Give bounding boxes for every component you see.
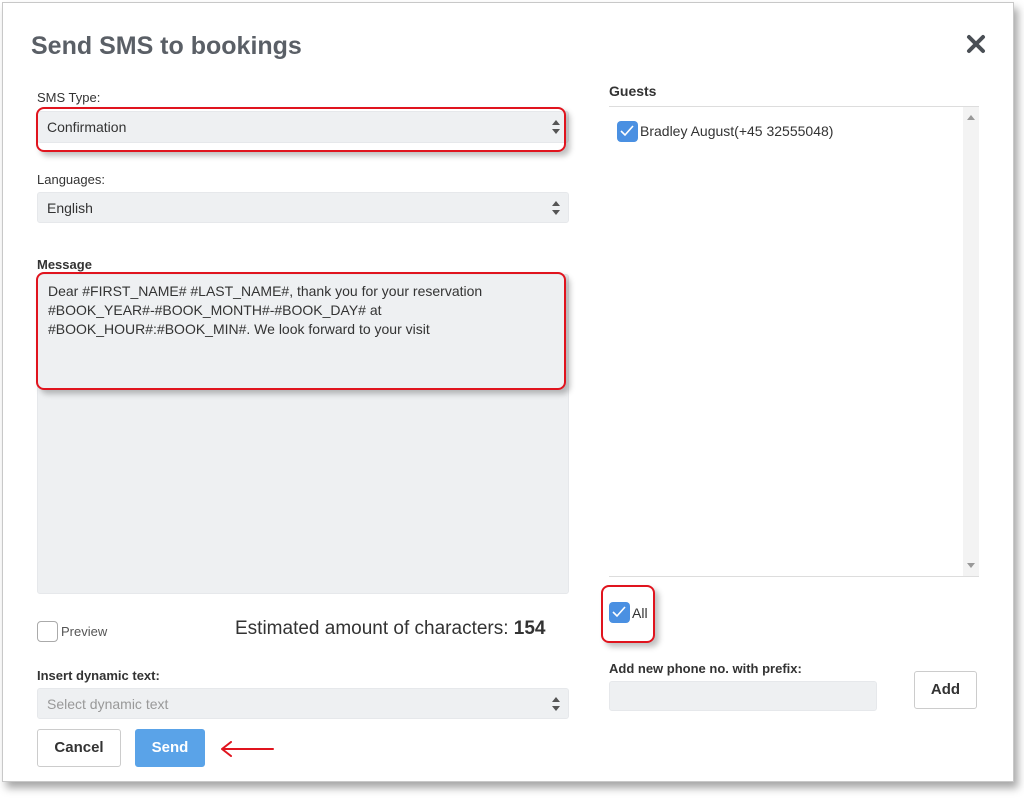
scroll-up-icon[interactable] xyxy=(967,115,975,120)
guest-name: Bradley August(+45 32555048) xyxy=(640,123,834,139)
languages-label: Languages: xyxy=(37,172,105,187)
sms-type-highlight xyxy=(36,107,566,152)
dynamic-text-select[interactable]: Select dynamic text xyxy=(37,688,569,719)
estimate-count: 154 xyxy=(513,618,546,639)
languages-value: English xyxy=(47,200,93,216)
guest-checkbox[interactable] xyxy=(617,121,638,142)
new-phone-input[interactable] xyxy=(609,681,877,711)
guests-label: Guests xyxy=(609,83,657,99)
dynamic-text-label: Insert dynamic text: xyxy=(37,668,160,683)
select-arrows-icon xyxy=(552,697,560,711)
add-button[interactable]: Add xyxy=(914,671,977,709)
cancel-button[interactable]: Cancel xyxy=(37,729,121,767)
left-arrow-icon xyxy=(221,741,274,757)
languages-select[interactable]: English xyxy=(37,192,569,223)
send-sms-dialog: Send SMS to bookings SMS Type: Confirmat… xyxy=(2,2,1014,782)
preview-label: Preview xyxy=(61,624,108,639)
dynamic-text-placeholder: Select dynamic text xyxy=(47,696,169,712)
character-estimate: Estimated amount of characters: 154 xyxy=(235,618,546,640)
sms-type-label: SMS Type: xyxy=(37,90,101,105)
message-label: Message xyxy=(37,257,92,272)
message-highlight xyxy=(36,272,566,390)
check-icon xyxy=(620,125,634,137)
scroll-down-icon[interactable] xyxy=(967,563,975,568)
guests-scrollbar[interactable] xyxy=(963,107,979,576)
preview-checkbox[interactable] xyxy=(37,621,58,642)
close-icon[interactable] xyxy=(965,33,987,55)
select-arrows-icon xyxy=(552,201,560,215)
estimate-label: Estimated amount of characters: xyxy=(235,618,509,639)
send-button[interactable]: Send xyxy=(135,729,205,767)
select-all-highlight xyxy=(601,585,655,643)
dialog-title: Send SMS to bookings xyxy=(31,32,302,60)
new-phone-label: Add new phone no. with prefix: xyxy=(609,661,802,676)
guests-list[interactable]: Bradley August(+45 32555048) xyxy=(609,106,979,577)
